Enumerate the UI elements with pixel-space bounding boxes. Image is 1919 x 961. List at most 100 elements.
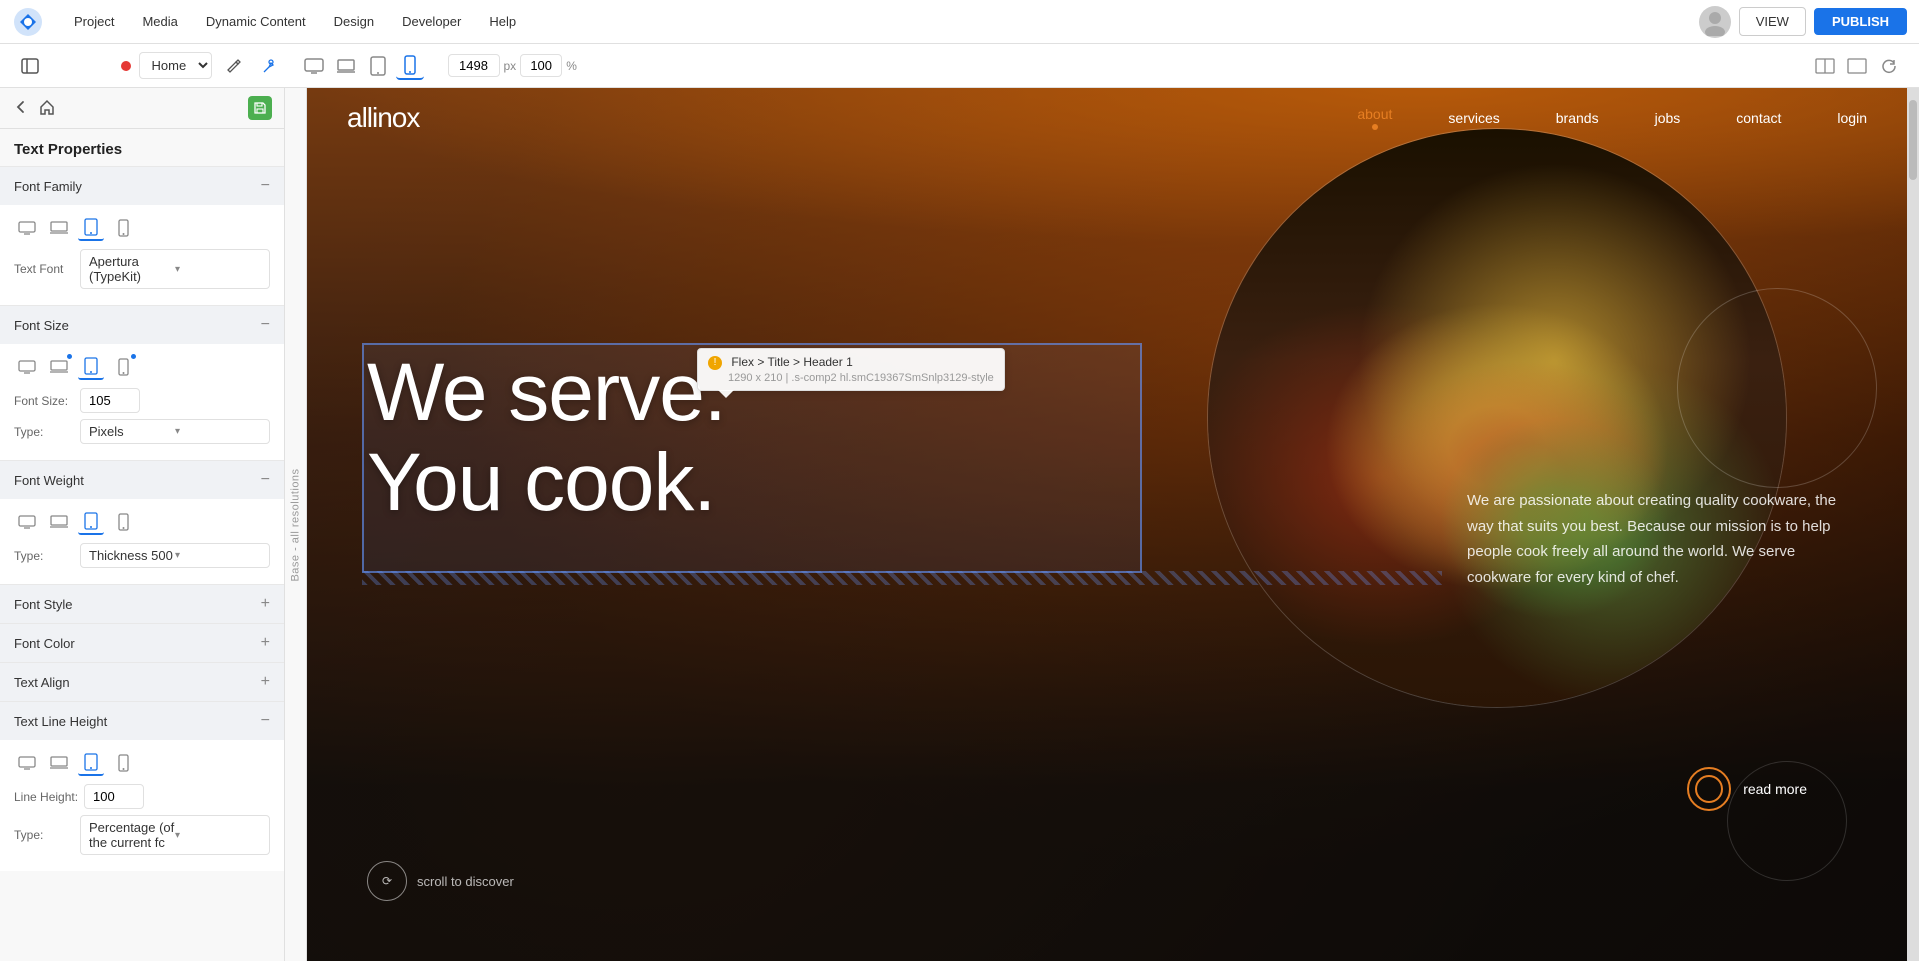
fw-desktop-icon[interactable] [14, 509, 40, 535]
line-height-field-label: Line Height: [14, 790, 78, 804]
canvas-scrollbar-thumb[interactable] [1909, 100, 1917, 180]
nav-jobs[interactable]: jobs [1655, 110, 1681, 126]
mobile-device-icon[interactable] [396, 52, 424, 80]
website-preview: allinox about services brands jobs conta… [307, 88, 1907, 961]
text-line-height-body: Line Height: 100 Type: Percentage (of th… [0, 740, 284, 871]
text-font-label: Text Font [14, 262, 74, 276]
page-dropdown[interactable]: Home [139, 52, 212, 79]
lh-laptop-icon[interactable] [46, 750, 72, 776]
font-weight-select[interactable]: Thickness 500 ▾ [80, 543, 270, 568]
view-button[interactable]: VIEW [1739, 7, 1806, 36]
lh-device-row [14, 750, 270, 776]
tooltip-warning-icon: ! [708, 356, 722, 370]
single-view-icon[interactable] [1843, 52, 1871, 80]
font-size-collapse-icon: − [261, 316, 270, 334]
width-input[interactable]: 1498 [448, 54, 500, 77]
fs-mobile-icon[interactable] [110, 354, 136, 380]
hero-title-line2: You cook. [367, 438, 726, 528]
font-size-input[interactable]: 105 [80, 388, 140, 413]
pencil-icon[interactable] [220, 52, 248, 80]
lh-tablet-icon[interactable] [78, 750, 104, 776]
tooltip-path: Flex > Title > Header 1 [731, 355, 852, 369]
font-family-select[interactable]: Apertura (TypeKit) ▾ [80, 249, 270, 289]
menu-help[interactable]: Help [475, 8, 530, 35]
ff-mobile-icon[interactable] [110, 215, 136, 241]
scroll-indicator[interactable]: ⟳ scroll to discover [367, 861, 514, 901]
font-family-header[interactable]: Font Family − [0, 167, 284, 205]
font-weight-device-row [14, 509, 270, 535]
font-family-arrow-icon: ▾ [175, 264, 261, 275]
text-line-height-header[interactable]: Text Line Height − [0, 702, 284, 740]
text-align-section: Text Align + [0, 662, 284, 701]
nav-login[interactable]: login [1837, 110, 1867, 126]
text-line-height-collapse-icon: − [261, 712, 270, 730]
scroll-circle-icon: ⟳ [367, 861, 407, 901]
ff-tablet-icon[interactable] [78, 215, 104, 241]
app-logo[interactable] [12, 6, 44, 38]
nav-contact[interactable]: contact [1736, 110, 1781, 126]
menu-developer[interactable]: Developer [388, 8, 475, 35]
font-size-row: Font Size: 105 [14, 388, 270, 413]
font-size-type-select[interactable]: Pixels ▾ [80, 419, 270, 444]
desktop-device-icon[interactable] [300, 52, 328, 80]
tablet-device-icon[interactable] [364, 52, 392, 80]
fw-mobile-icon[interactable] [110, 509, 136, 535]
menu-project[interactable]: Project [60, 8, 128, 35]
line-height-input[interactable]: 100 [84, 784, 144, 809]
font-weight-type-row: Type: Thickness 500 ▾ [14, 543, 270, 568]
fw-tablet-icon[interactable] [78, 509, 104, 535]
menu-media[interactable]: Media [128, 8, 191, 35]
font-size-header[interactable]: Font Size − [0, 306, 284, 344]
nav-about[interactable]: about [1357, 106, 1392, 130]
canvas-scrollbar[interactable] [1907, 88, 1919, 961]
lh-mobile-icon[interactable] [110, 750, 136, 776]
home-button[interactable] [38, 98, 56, 119]
panel-top-bar [0, 88, 284, 129]
left-panel: Text Properties Font Family − [0, 88, 285, 961]
line-height-row: Line Height: 100 [14, 784, 270, 809]
site-nav: allinox about services brands jobs conta… [307, 88, 1907, 148]
laptop-device-icon[interactable] [332, 52, 360, 80]
device-icons-group [300, 52, 424, 80]
save-panel-button[interactable] [248, 96, 272, 120]
fs-tablet-icon[interactable] [78, 354, 104, 380]
hero-section: allinox about services brands jobs conta… [307, 88, 1907, 961]
user-avatar[interactable] [1699, 6, 1731, 38]
font-weight-body: Type: Thickness 500 ▾ [0, 499, 284, 584]
sidebar-toggle-icon[interactable] [16, 52, 44, 80]
publish-button[interactable]: PUBLISH [1814, 8, 1907, 35]
fs-laptop-icon[interactable] [46, 354, 72, 380]
font-color-header[interactable]: Font Color + [0, 624, 284, 662]
decorative-circle-large [1677, 288, 1877, 488]
font-style-expand-icon: + [261, 595, 270, 613]
fs-desktop-icon[interactable] [14, 354, 40, 380]
hero-text[interactable]: We serve. You cook. [367, 348, 726, 528]
nav-services[interactable]: services [1448, 110, 1499, 126]
text-align-header[interactable]: Text Align + [0, 663, 284, 701]
read-more-button[interactable]: read more [1687, 767, 1807, 811]
pen-tool-icon[interactable] [256, 52, 284, 80]
nav-brands[interactable]: brands [1556, 110, 1599, 126]
font-style-header[interactable]: Font Style + [0, 585, 284, 623]
font-family-body: Text Font Apertura (TypeKit) ▾ [0, 205, 284, 305]
back-button[interactable] [12, 98, 30, 119]
ff-desktop-icon[interactable] [14, 215, 40, 241]
canvas-area: allinox about services brands jobs conta… [307, 88, 1919, 961]
font-color-expand-icon: + [261, 634, 270, 652]
text-align-expand-icon: + [261, 673, 270, 691]
lh-desktop-icon[interactable] [14, 750, 40, 776]
font-family-section: Font Family − [0, 166, 284, 305]
ff-laptop-icon[interactable] [46, 215, 72, 241]
top-menu-bar: Project Media Dynamic Content Design Dev… [0, 0, 1919, 44]
refresh-icon[interactable] [1875, 52, 1903, 80]
split-view-icon[interactable] [1811, 52, 1839, 80]
menu-design[interactable]: Design [320, 8, 388, 35]
fw-laptop-icon[interactable] [46, 509, 72, 535]
line-height-type-select[interactable]: Percentage (of the current fc ▾ [80, 815, 270, 855]
font-weight-section: Font Weight − [0, 460, 284, 584]
zoom-input[interactable]: 100 [520, 54, 562, 77]
element-tooltip: ! Flex > Title > Header 1 1290 x 210 | .… [697, 348, 1005, 391]
menu-dynamic-content[interactable]: Dynamic Content [192, 8, 320, 35]
font-weight-header[interactable]: Font Weight − [0, 461, 284, 499]
scroll-label: scroll to discover [417, 874, 514, 889]
